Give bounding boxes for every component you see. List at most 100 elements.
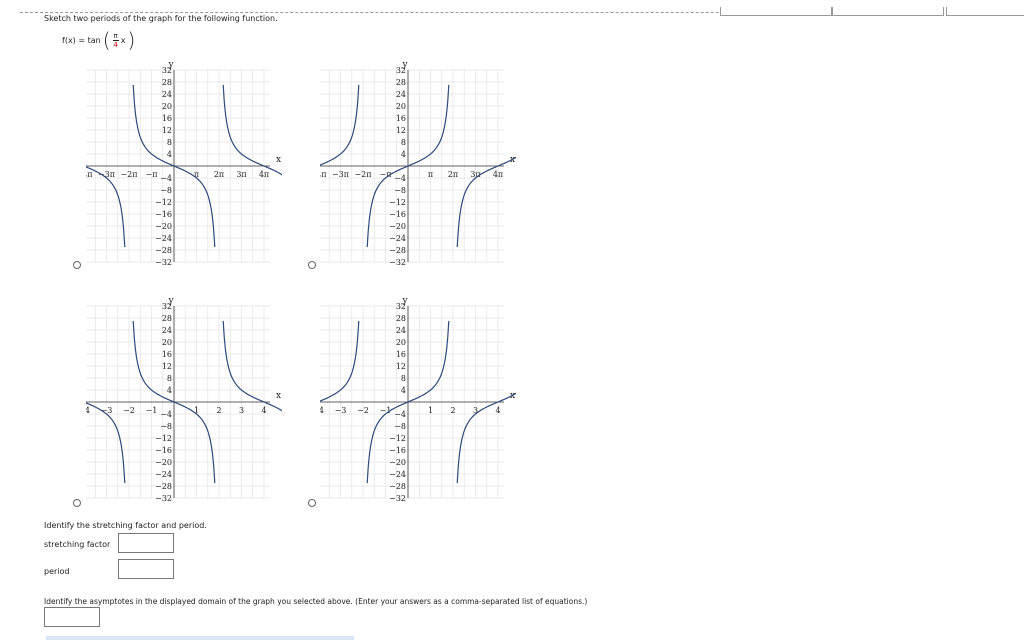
x-tick-label: 2 — [450, 406, 455, 415]
x-tick-label: −1 — [146, 406, 158, 415]
fraction-numerator: π — [112, 31, 119, 41]
function-variable: x — [120, 35, 126, 45]
x-tick-label: 3π — [236, 170, 246, 179]
y-tick-label: 8 — [167, 374, 172, 383]
y-tick-label: −8 — [160, 422, 172, 431]
function-expression: f(x) = tan ( π 4 x ) — [62, 30, 135, 50]
x-tick-label: 2 — [216, 406, 221, 415]
y-tick-label: 16 — [162, 114, 172, 123]
period-input[interactable] — [118, 559, 174, 579]
y-tick-label: −32 — [155, 494, 172, 503]
graph-option-2: −4π−3π−2π−ππ2π3π4π32282420161284−4−8−12−… — [316, 58, 516, 268]
y-tick-label: 28 — [396, 314, 406, 323]
graph-option-1: −4π−3π−2π−ππ2π3π4π32282420161284−4−8−12−… — [82, 58, 282, 268]
y-tick-label: −28 — [389, 246, 406, 255]
y-tick-label: −4 — [394, 410, 406, 419]
x-tick-label: −2 — [357, 406, 369, 415]
graph-option-3: −4−3−2−1123432282420161284−4−8−12−16−20−… — [82, 294, 282, 504]
y-tick-label: −20 — [389, 458, 406, 467]
x-tick-label: 2π — [448, 170, 458, 179]
stretching-factor-label: stretching factor — [44, 540, 111, 549]
y-tick-label: −28 — [155, 482, 172, 491]
y-tick-label: 20 — [396, 338, 406, 347]
y-tick-label: −4 — [160, 174, 172, 183]
top-button-2[interactable] — [832, 7, 944, 16]
x-tick-label: 1 — [428, 406, 433, 415]
asymptote-prompt: Identify the asymptotes in the displayed… — [44, 597, 588, 606]
x-tick-label: −2π — [120, 170, 137, 179]
mask — [82, 58, 86, 268]
identify-prompt: Identify the stretching factor and perio… — [44, 521, 207, 530]
x-tick-label: −2π — [354, 170, 371, 179]
x-tick-label: −3 — [335, 406, 347, 415]
y-tick-label: −24 — [155, 470, 172, 479]
x-tick-label: 3 — [239, 406, 244, 415]
y-tick-label: 12 — [396, 126, 406, 135]
mask — [504, 58, 516, 154]
y-tick-label: −28 — [389, 482, 406, 491]
y-axis-label: y — [401, 296, 408, 306]
top-button-3[interactable] — [946, 7, 1024, 16]
y-tick-label: 12 — [162, 362, 172, 371]
y-tick-label: −16 — [155, 210, 172, 219]
y-tick-label: 8 — [401, 374, 406, 383]
y-tick-label: −12 — [389, 434, 406, 443]
y-tick-label: −16 — [155, 446, 172, 455]
y-tick-label: 20 — [162, 338, 172, 347]
y-tick-label: 8 — [167, 138, 172, 147]
x-tick-label: 2π — [214, 170, 224, 179]
mask — [270, 294, 282, 390]
y-tick-label: −8 — [394, 186, 406, 195]
mask — [316, 294, 320, 504]
option-radio-1[interactable] — [73, 261, 81, 269]
mask — [82, 294, 86, 504]
x-tick-label: 4 — [261, 406, 266, 415]
y-tick-label: 12 — [162, 126, 172, 135]
y-tick-label: −20 — [389, 222, 406, 231]
y-tick-label: −4 — [394, 174, 406, 183]
question-prompt: Sketch two periods of the graph for the … — [44, 14, 278, 23]
y-axis-label: y — [401, 60, 408, 70]
x-axis-label: x — [276, 155, 281, 165]
top-button-1[interactable] — [720, 7, 832, 16]
x-tick-label: −3π — [332, 170, 349, 179]
top-divider — [20, 7, 1024, 16]
y-tick-label: −32 — [389, 258, 406, 267]
y-tick-label: 4 — [167, 150, 172, 159]
y-tick-label: −12 — [155, 198, 172, 207]
function-lhs: f(x) = tan — [62, 35, 101, 45]
y-tick-label: 24 — [162, 326, 172, 335]
y-tick-label: −24 — [155, 234, 172, 243]
y-tick-label: 8 — [401, 138, 406, 147]
y-tick-label: 28 — [162, 78, 172, 87]
y-tick-label: 20 — [162, 102, 172, 111]
option-radio-4[interactable] — [308, 499, 316, 507]
y-tick-label: 24 — [396, 326, 406, 335]
x-tick-label: −2 — [123, 406, 135, 415]
y-axis-label: y — [167, 296, 174, 306]
option-radio-3[interactable] — [73, 499, 81, 507]
right-paren: ) — [127, 28, 136, 52]
mask — [316, 58, 320, 268]
y-tick-label: −24 — [389, 234, 406, 243]
y-tick-label: 16 — [396, 114, 406, 123]
fraction: π 4 — [112, 31, 119, 49]
fraction-denominator: 4 — [113, 40, 118, 49]
y-tick-label: −16 — [389, 210, 406, 219]
x-tick-label: π — [428, 170, 433, 179]
y-tick-label: 28 — [396, 78, 406, 87]
left-paren: ( — [102, 28, 111, 52]
stretching-factor-input[interactable] — [118, 533, 174, 553]
x-axis-label: x — [276, 391, 281, 401]
x-tick-label: 4π — [493, 170, 503, 179]
y-tick-label: −12 — [155, 434, 172, 443]
y-tick-label: 24 — [162, 90, 172, 99]
x-tick-label: 4π — [259, 170, 269, 179]
y-tick-label: 4 — [167, 386, 172, 395]
y-tick-label: −32 — [389, 494, 406, 503]
y-tick-label: −24 — [389, 470, 406, 479]
y-tick-label: 28 — [162, 314, 172, 323]
mask — [504, 294, 516, 390]
asymptotes-input[interactable] — [44, 607, 100, 627]
option-radio-2[interactable] — [308, 261, 316, 269]
